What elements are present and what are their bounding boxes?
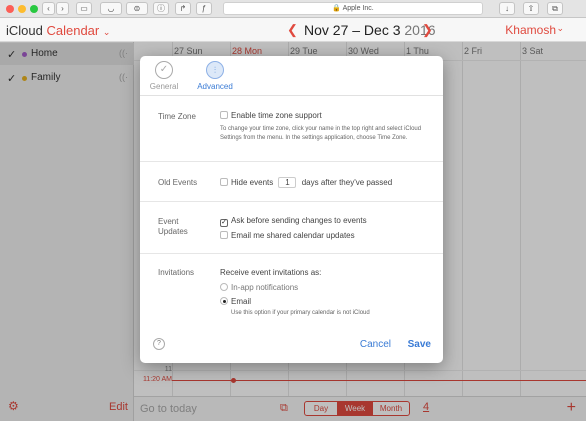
date-range-text: Nov 27 – Dec 3 <box>304 22 401 38</box>
help-button[interactable]: ? <box>153 338 165 350</box>
function-icon[interactable]: ƒ <box>196 2 212 15</box>
time-zone-option[interactable]: Enable time zone support <box>220 111 322 120</box>
hide-events-option[interactable]: Hide events 1 days after they've passed <box>220 177 392 188</box>
preferences-dialog: ✓ General ⫶ Advanced Time Zone Enable ti… <box>140 56 443 363</box>
tab-general-label: General <box>149 82 179 91</box>
email-shared-updates-option[interactable]: Email me shared calendar updates <box>220 231 355 240</box>
time-zone-option-label: Enable time zone support <box>231 111 322 120</box>
ask-before-sending-label: Ask before sending changes to events <box>231 216 367 225</box>
section-invitations: Invitations Receive event invitations as… <box>140 254 443 329</box>
browser-toolbar: ‹ › ▭ ◡ ⊜ ⓘ ↱ ƒ 🔒 Apple Inc. ↓ ⇧ ⧉ <box>0 0 586 18</box>
reading-list-icon[interactable]: ⊜ <box>126 2 148 15</box>
address-text: Apple Inc. <box>342 5 374 12</box>
email-option[interactable]: Email <box>220 297 251 306</box>
share-icon[interactable]: ⇧ <box>523 2 539 15</box>
invitations-heading: Receive event invitations as: <box>220 268 322 277</box>
brand-icloud: iCloud <box>6 23 43 38</box>
extension-icon[interactable]: ↱ <box>175 2 191 15</box>
forward-button[interactable]: › <box>56 2 69 15</box>
email-radio[interactable] <box>220 297 228 305</box>
pocket-icon[interactable]: ◡ <box>100 2 122 15</box>
hide-events-checkbox[interactable] <box>220 178 228 186</box>
chevron-down-icon: ⌄ <box>102 27 111 37</box>
tabs-overview-icon[interactable]: ⧉ <box>547 2 563 15</box>
brand-calendar: Calendar <box>46 23 100 38</box>
ask-before-sending-option[interactable]: ✓ Ask before sending changes to events <box>220 216 367 227</box>
email-shared-updates-label: Email me shared calendar updates <box>231 231 355 240</box>
ask-before-sending-checkbox[interactable]: ✓ <box>220 219 228 227</box>
old-events-label: Old Events <box>158 178 198 187</box>
date-range: Nov 27 – Dec 3 2016 <box>304 22 436 38</box>
sidebar-toggle-icon[interactable]: ▭ <box>76 2 92 15</box>
section-event-updates: Event Updates ✓ Ask before sending change… <box>140 202 443 254</box>
in-app-radio[interactable] <box>220 283 228 291</box>
hide-events-prefix: Hide events <box>231 178 274 187</box>
hide-events-suffix: days after they've passed <box>301 178 393 187</box>
section-time-zone: Time Zone Enable time zone support To ch… <box>140 96 443 162</box>
event-updates-label: Event Updates <box>158 217 188 236</box>
app-brand[interactable]: iCloud Calendar ⌄ <box>6 23 110 38</box>
zoom-window-button[interactable] <box>30 5 38 13</box>
sliders-icon: ⫶ <box>206 61 224 79</box>
user-chevron-icon: ⌄ <box>556 23 564 33</box>
tab-advanced-label: Advanced <box>197 82 233 91</box>
tab-advanced[interactable]: ⫶ Advanced <box>195 61 235 91</box>
checkmark-circle-icon: ✓ <box>155 61 173 79</box>
time-zone-help: To change your time zone, click your nam… <box>220 126 422 141</box>
dialog-footer: ? Cancel Save <box>140 329 443 363</box>
lock-icon: 🔒 <box>332 5 341 12</box>
save-button[interactable]: Save <box>408 339 431 350</box>
invitations-label: Invitations <box>158 268 195 277</box>
previous-week-button[interactable]: ❮ <box>287 22 298 38</box>
section-old-events: Old Events Hide events 1 days after they… <box>140 162 443 202</box>
user-menu[interactable]: Khamosh <box>505 23 556 37</box>
email-shared-updates-checkbox[interactable] <box>220 231 228 239</box>
close-window-button[interactable] <box>6 5 14 13</box>
email-label: Email <box>231 297 252 306</box>
in-app-option[interactable]: In-app notifications <box>220 283 298 292</box>
days-input[interactable]: 1 <box>278 177 297 188</box>
tab-general[interactable]: ✓ General <box>144 61 184 91</box>
time-zone-label: Time Zone <box>158 112 196 121</box>
preferences-tabs: ✓ General ⫶ Advanced <box>140 56 443 96</box>
calendar-header: iCloud Calendar ⌄ ❮ Nov 27 – Dec 3 2016 … <box>0 18 586 42</box>
address-bar[interactable]: 🔒 Apple Inc. <box>223 2 483 15</box>
time-zone-checkbox[interactable] <box>220 111 228 119</box>
next-week-button[interactable]: ❯ <box>422 22 433 38</box>
minimize-window-button[interactable] <box>18 5 26 13</box>
in-app-label: In-app notifications <box>231 283 299 292</box>
download-icon[interactable]: ↓ <box>499 2 515 15</box>
back-button[interactable]: ‹ <box>42 2 55 15</box>
info-icon[interactable]: ⓘ <box>153 2 169 15</box>
email-help: Use this option if your primary calendar… <box>231 310 370 316</box>
cancel-button[interactable]: Cancel <box>360 339 391 350</box>
